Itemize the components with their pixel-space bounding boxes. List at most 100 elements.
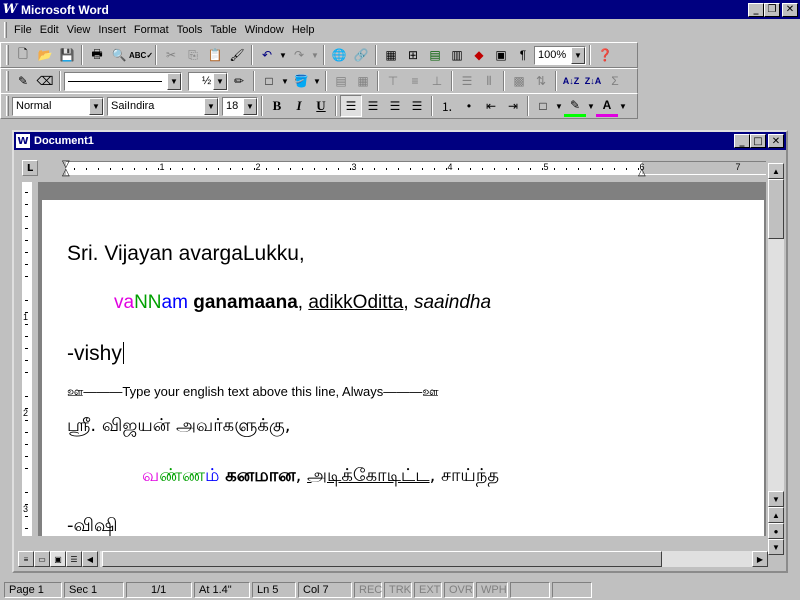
- font-size-select[interactable]: 18 ▼: [222, 96, 258, 116]
- status-wph[interactable]: WPH: [476, 582, 508, 598]
- scroll-thumb[interactable]: [768, 179, 784, 239]
- status-ext[interactable]: EXT: [414, 582, 442, 598]
- sort-descending-icon[interactable]: Z↓A: [582, 70, 604, 92]
- print-preview-icon[interactable]: 🔍: [108, 44, 130, 66]
- menu-file[interactable]: File: [11, 22, 37, 38]
- scroll-right-button[interactable]: ▶: [752, 551, 768, 567]
- align-right-icon[interactable]: ☰: [384, 95, 406, 117]
- numbering-icon[interactable]: ⒈: [436, 95, 458, 117]
- right-indent-marker[interactable]: △: [638, 167, 646, 178]
- status-ovr[interactable]: OVR: [444, 582, 474, 598]
- outside-border-icon[interactable]: □: [258, 70, 280, 92]
- eraser-icon[interactable]: ⌫: [34, 70, 56, 92]
- tables-borders-icon[interactable]: ▦: [380, 44, 402, 66]
- menu-tools[interactable]: Tools: [174, 22, 208, 38]
- toolbar-grip[interactable]: [6, 71, 9, 91]
- previous-page-button[interactable]: ▲: [768, 507, 784, 523]
- copy-icon[interactable]: ⎘: [182, 44, 204, 66]
- menu-edit[interactable]: Edit: [37, 22, 64, 38]
- border-color-icon[interactable]: ✏: [228, 70, 250, 92]
- autosum-icon[interactable]: Σ: [604, 70, 626, 92]
- align-left-icon[interactable]: ☰: [340, 95, 362, 117]
- shading-color-icon[interactable]: 🪣: [290, 70, 312, 92]
- chevron-down-icon[interactable]: ▼: [167, 72, 181, 90]
- highlight-icon[interactable]: ✎: [564, 95, 586, 117]
- tab-selector[interactable]: L: [22, 160, 38, 176]
- redo-dropdown-icon[interactable]: ▼: [310, 51, 320, 60]
- font-color-icon[interactable]: A: [596, 95, 618, 117]
- close-button[interactable]: ✕: [782, 2, 798, 17]
- highlight-dropdown-icon[interactable]: ▼: [586, 102, 596, 111]
- outline-view-icon[interactable]: ☰: [66, 551, 82, 567]
- zoom-select[interactable]: 100% ▼: [534, 45, 586, 65]
- chevron-down-icon[interactable]: ▼: [204, 97, 218, 115]
- chevron-down-icon[interactable]: ▼: [243, 97, 257, 115]
- menu-view[interactable]: View: [64, 22, 96, 38]
- page-layout-view-icon[interactable]: ▣: [50, 551, 66, 567]
- bullets-icon[interactable]: •: [458, 95, 480, 117]
- status-rec[interactable]: REC: [354, 582, 382, 598]
- show-hide-icon[interactable]: ¶: [512, 44, 534, 66]
- spelling-icon[interactable]: ABC✓: [129, 44, 153, 66]
- justify-icon[interactable]: ☰: [406, 95, 428, 117]
- doc-minimize-button[interactable]: _: [734, 134, 750, 148]
- horizontal-ruler[interactable]: 1 2 3 4 5 6 7 ▽ △ △: [62, 159, 766, 178]
- font-select[interactable]: SaiIndira ▼: [107, 96, 219, 116]
- align-bottom-icon[interactable]: ⊥: [426, 70, 448, 92]
- line-weight-select[interactable]: ½ ▼: [188, 71, 228, 91]
- next-page-button[interactable]: ▼: [768, 539, 784, 555]
- hscroll-thumb[interactable]: [102, 551, 662, 567]
- decrease-indent-icon[interactable]: ⇤: [480, 95, 502, 117]
- increase-indent-icon[interactable]: ⇥: [502, 95, 524, 117]
- chevron-down-icon[interactable]: ▼: [571, 46, 585, 64]
- insert-excel-icon[interactable]: ▤: [424, 44, 446, 66]
- line-style-select[interactable]: ▼: [64, 71, 182, 91]
- distribute-rows-icon[interactable]: ☰: [456, 70, 478, 92]
- new-document-icon[interactable]: 🗋: [12, 44, 34, 66]
- insert-table-icon[interactable]: ⊞: [402, 44, 424, 66]
- undo-dropdown-icon[interactable]: ▼: [278, 51, 288, 60]
- shading-dropdown-icon[interactable]: ▼: [312, 77, 322, 86]
- status-trk[interactable]: TRK: [384, 582, 412, 598]
- doc-maximize-button[interactable]: □: [750, 134, 766, 148]
- split-cells-icon[interactable]: ▦: [352, 70, 374, 92]
- redo-icon[interactable]: ↷: [288, 44, 310, 66]
- center-vertically-icon[interactable]: ≡: [404, 70, 426, 92]
- minimize-button[interactable]: _: [748, 2, 764, 17]
- align-center-icon[interactable]: ☰: [362, 95, 384, 117]
- print-icon[interactable]: 🖶: [86, 44, 108, 66]
- toolbar-grip[interactable]: [6, 45, 9, 65]
- columns-icon[interactable]: ▥: [446, 44, 468, 66]
- document-page[interactable]: Sri. Vijayan avargaLukku, vaNNam ganamaa…: [42, 200, 764, 536]
- select-browse-object-button[interactable]: ●: [768, 523, 784, 539]
- vertical-scrollbar[interactable]: ▲ ▼ ▲ ● ▼: [768, 163, 784, 555]
- align-top-icon[interactable]: ⊤: [382, 70, 404, 92]
- outside-border-icon[interactable]: □: [532, 95, 554, 117]
- draw-table-icon[interactable]: ✎: [12, 70, 34, 92]
- vertical-ruler[interactable]: 1 2 3: [20, 182, 34, 536]
- sort-ascending-icon[interactable]: A↓Z: [560, 70, 582, 92]
- italic-button[interactable]: I: [288, 95, 310, 117]
- format-painter-icon[interactable]: 🖌: [226, 44, 248, 66]
- hyperlink-icon[interactable]: 🔗: [350, 44, 372, 66]
- underline-button[interactable]: U: [310, 95, 332, 117]
- chevron-down-icon[interactable]: ▼: [89, 97, 103, 115]
- open-folder-icon[interactable]: 📂: [34, 44, 56, 66]
- restore-button[interactable]: ❐: [764, 2, 780, 17]
- table-autoformat-icon[interactable]: ▩: [508, 70, 530, 92]
- menu-window[interactable]: Window: [242, 22, 289, 38]
- left-indent-marker[interactable]: △: [62, 167, 70, 178]
- menu-insert[interactable]: Insert: [95, 22, 131, 38]
- doc-close-button[interactable]: ✕: [768, 134, 784, 148]
- paste-icon[interactable]: 📋: [204, 44, 226, 66]
- document-map-icon[interactable]: ▣: [490, 44, 512, 66]
- web-layout-view-icon[interactable]: ▭: [34, 551, 50, 567]
- horizontal-scrollbar[interactable]: ▶: [100, 551, 768, 567]
- bold-button[interactable]: B: [266, 95, 288, 117]
- undo-icon[interactable]: ↶: [256, 44, 278, 66]
- web-toolbar-icon[interactable]: 🌐: [328, 44, 350, 66]
- scroll-left-button[interactable]: ◀: [82, 551, 98, 567]
- office-assistant-icon[interactable]: ❓: [594, 44, 616, 66]
- scroll-down-button[interactable]: ▼: [768, 491, 784, 507]
- scroll-up-button[interactable]: ▲: [768, 163, 784, 179]
